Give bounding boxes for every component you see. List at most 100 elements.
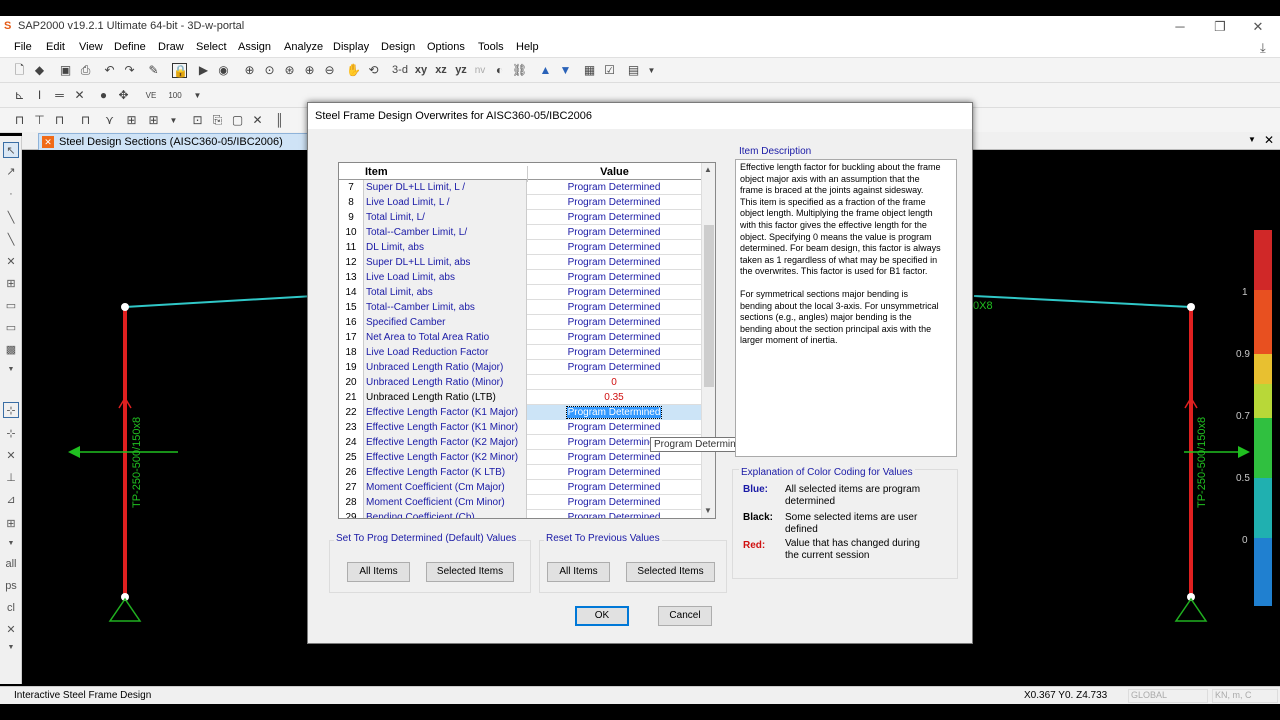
- chevron-down-icon[interactable]: ▼: [166, 113, 181, 128]
- select-clear-icon[interactable]: cl: [3, 600, 19, 616]
- snap-line-icon[interactable]: ⊹: [3, 426, 19, 442]
- snap-icon[interactable]: ⊹: [3, 402, 19, 418]
- rotate-icon[interactable]: ⟲: [366, 63, 381, 78]
- chevron-down-icon[interactable]: ▼: [644, 63, 659, 78]
- row-value-cell[interactable]: Program Determined: [527, 480, 701, 495]
- save-icon[interactable]: ▣: [58, 63, 73, 78]
- paste-icon[interactable]: ▢: [230, 113, 245, 128]
- row-value-cell[interactable]: Program Determined: [527, 360, 701, 375]
- select-all-icon[interactable]: ⊡: [190, 113, 205, 128]
- tab-close-button[interactable]: ✕: [1264, 133, 1274, 147]
- menu-help[interactable]: Help: [516, 41, 539, 53]
- menu-options[interactable]: Options: [427, 41, 465, 53]
- overwrites-grid[interactable]: Item Value 7 Super DL+LL Limit, L / Progra…: [338, 162, 716, 519]
- draw-brace-icon[interactable]: ⊓: [78, 113, 93, 128]
- snap-mid-icon[interactable]: ⊿: [3, 492, 19, 508]
- table-row[interactable]: 23 Effective Length Factor (K1 Minor) Prog…: [339, 420, 701, 435]
- open-file-icon[interactable]: ◆: [32, 63, 47, 78]
- edit-pencil-icon[interactable]: ✎: [146, 63, 161, 78]
- zoom-full-icon[interactable]: ⊛: [282, 63, 297, 78]
- cancel-button[interactable]: Cancel: [658, 606, 712, 626]
- table-row[interactable]: 17 Net Area to Total Area Ratio Program De…: [339, 330, 701, 345]
- perspective-icon[interactable]: ◐: [492, 63, 507, 78]
- reshape-icon[interactable]: ↗: [3, 164, 19, 180]
- table-row[interactable]: 13 Live Load Limit, abs Program Determined: [339, 270, 701, 285]
- pan-icon[interactable]: ✋: [346, 63, 361, 78]
- view-3d-button[interactable]: 3-d: [390, 63, 410, 78]
- draw-grid-icon[interactable]: ⊞: [146, 113, 161, 128]
- undo-icon[interactable]: ↶: [102, 63, 117, 78]
- copy-icon[interactable]: ⎘: [210, 113, 225, 128]
- move-down-icon[interactable]: ▼: [558, 63, 573, 78]
- menu-analyze[interactable]: Analyze: [284, 41, 323, 53]
- delete-icon[interactable]: ✕: [250, 113, 265, 128]
- new-file-icon[interactable]: 🗋: [12, 63, 27, 78]
- row-value-cell[interactable]: Program Determined: [527, 270, 701, 285]
- table-row[interactable]: 29 Bending Coefficient (Cb) Program Determ…: [339, 510, 701, 518]
- run-analysis-icon[interactable]: ▶: [196, 63, 211, 78]
- select-all-tool-icon[interactable]: all: [3, 556, 19, 572]
- right-beam[interactable]: [973, 295, 1192, 308]
- select-intersect-icon[interactable]: ✕: [3, 622, 19, 638]
- table-row[interactable]: 9 Total Limit, L/Program Determined: [339, 210, 701, 225]
- table-row[interactable]: 28 Moment Coefficient (Cm Minor) Program D…: [339, 495, 701, 510]
- minimize-button[interactable]: ─: [1160, 18, 1200, 36]
- row-value-cell[interactable]: Program Determined: [527, 210, 701, 225]
- check-icon[interactable]: ☑: [602, 63, 617, 78]
- scroll-up-icon[interactable]: ▲: [704, 165, 712, 174]
- menu-tools[interactable]: Tools: [478, 41, 504, 53]
- menu-file[interactable]: File: [14, 41, 32, 53]
- scrollbar-thumb[interactable]: [704, 225, 714, 387]
- snap-perp-icon[interactable]: ⊥: [3, 470, 19, 486]
- view-xz-button[interactable]: xz: [432, 63, 450, 78]
- menu-select[interactable]: Select: [196, 41, 227, 53]
- draw-line2-icon[interactable]: ╲: [3, 232, 19, 248]
- select-ps-icon[interactable]: ps: [3, 578, 19, 594]
- table-row[interactable]: 15 Total--Camber Limit, abs Program Determ…: [339, 300, 701, 315]
- row-value-cell[interactable]: Program Determined: [527, 330, 701, 345]
- table-row[interactable]: 11 DL Limit, abs Program Determined: [339, 240, 701, 255]
- row-value-cell[interactable]: Program Determined: [527, 315, 701, 330]
- draw-area-icon[interactable]: ⊤: [32, 113, 47, 128]
- table-row[interactable]: 25 Effective Length Factor (K2 Minor) Prog…: [339, 450, 701, 465]
- zoom-in-icon[interactable]: ⊕: [302, 63, 317, 78]
- table-row[interactable]: 8 Live Load Limit, L / Program Determined: [339, 195, 701, 210]
- row-value-cell[interactable]: Program Determined: [527, 495, 701, 510]
- select-grid-icon[interactable]: ⊞: [3, 516, 19, 532]
- draw-cross-icon[interactable]: ✕: [3, 254, 19, 270]
- run-options-icon[interactable]: ◉: [216, 63, 231, 78]
- menu-define[interactable]: Define: [114, 41, 146, 53]
- joint-icon[interactable]: ⊾: [12, 88, 27, 103]
- row-value-cell[interactable]: 0.35: [527, 390, 701, 405]
- row-value-cell[interactable]: Program Determined: [527, 420, 701, 435]
- chevron-down-icon[interactable]: ▼: [3, 362, 19, 378]
- reset-all-button[interactable]: All Items: [547, 562, 610, 582]
- chevron-down-icon[interactable]: ▼: [3, 640, 19, 656]
- row-value-cell[interactable]: Program Determined: [527, 450, 701, 465]
- menu-edit[interactable]: Edit: [46, 41, 65, 53]
- row-value-cell[interactable]: Program Determined: [527, 180, 701, 195]
- set-default-selected-button[interactable]: Selected Items: [426, 562, 514, 582]
- snap-cross-icon[interactable]: ✕: [3, 448, 19, 464]
- table-row[interactable]: 14 Total Limit, abs Program Determined: [339, 285, 701, 300]
- row-value-cell[interactable]: Program Determined: [527, 195, 701, 210]
- menu-display[interactable]: Display: [333, 41, 369, 53]
- menu-view[interactable]: View: [79, 41, 103, 53]
- row-value-cell[interactable]: Program Determined: [527, 510, 701, 518]
- draw-solid-icon[interactable]: ▩: [3, 342, 19, 358]
- move-up-icon[interactable]: ▲: [538, 63, 553, 78]
- draw-area2-icon[interactable]: ▭: [3, 320, 19, 336]
- grid-scrollbar[interactable]: ▲ ▼: [701, 163, 715, 518]
- row-value-cell[interactable]: Program Determined: [527, 465, 701, 480]
- restore-button[interactable]: ❐: [1200, 18, 1240, 36]
- grid-lines-icon[interactable]: ║: [272, 113, 287, 128]
- frame-icon[interactable]: I: [32, 88, 47, 103]
- table-row[interactable]: 22 Effective Length Factor (K1 Major) Prog…: [339, 405, 701, 420]
- units-select[interactable]: KN, m, C: [1212, 689, 1278, 703]
- row-value-cell[interactable]: Program Determined: [527, 255, 701, 270]
- right-top-joint[interactable]: [1187, 303, 1195, 311]
- move-icon[interactable]: ✥: [116, 88, 131, 103]
- reset-selected-button[interactable]: Selected Items: [626, 562, 715, 582]
- table-row[interactable]: 19 Unbraced Length Ratio (Major) Program D…: [339, 360, 701, 375]
- chevron-down-icon[interactable]: ▼: [190, 88, 205, 103]
